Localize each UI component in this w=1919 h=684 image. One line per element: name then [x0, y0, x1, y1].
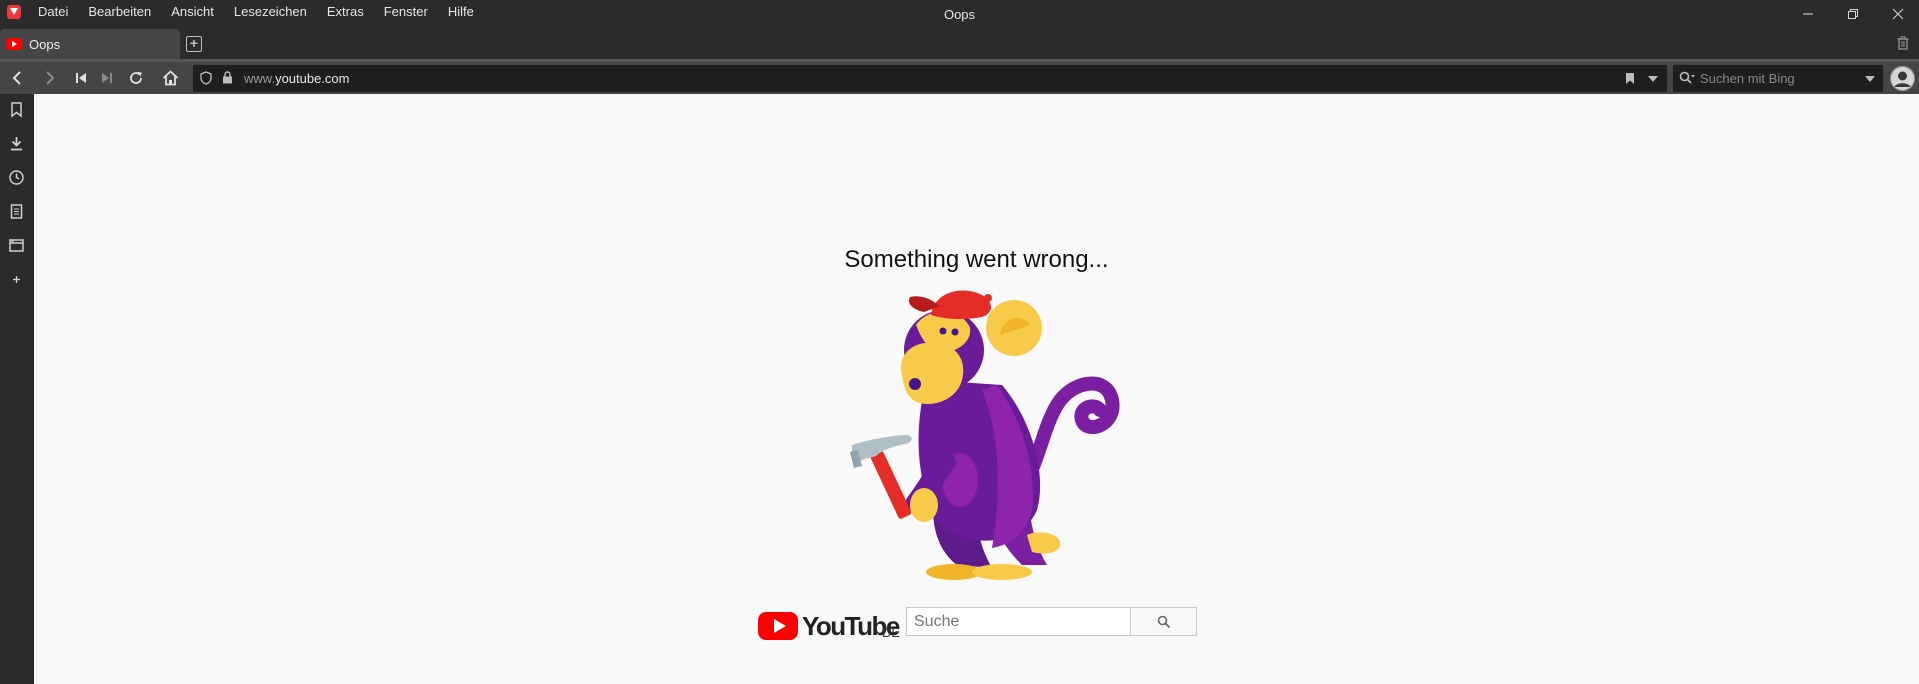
downloads-icon[interactable] [8, 135, 25, 152]
bookmarks-icon[interactable] [8, 101, 25, 118]
close-window-button[interactable] [1886, 4, 1910, 26]
url-text: www.youtube.com [244, 71, 350, 86]
home-button[interactable] [158, 66, 182, 90]
chevron-down-icon[interactable] [1865, 76, 1875, 82]
history-icon[interactable] [8, 169, 25, 186]
fast-forward-icon [102, 73, 112, 83]
chevron-down-icon[interactable] [1648, 76, 1658, 82]
rewind-icon [76, 73, 86, 83]
minimize-icon [1803, 13, 1813, 15]
bookmark-icon[interactable] [1625, 72, 1635, 85]
reload-button[interactable] [124, 66, 148, 90]
home-icon [162, 70, 178, 86]
web-page: Something went wrong... YouTube DE Suche [34, 94, 1919, 684]
trash-icon[interactable] [1897, 36, 1909, 50]
url-field[interactable]: www.youtube.com [193, 65, 1667, 92]
lock-icon[interactable] [222, 71, 233, 84]
monkey-mascot-illustration [850, 290, 1120, 580]
tab-bar: Oops + [0, 29, 1919, 59]
side-panel [0, 94, 34, 684]
search-icon[interactable] [1679, 71, 1696, 85]
forward-arrow-icon [46, 71, 55, 85]
window-title: Oops [943, 7, 976, 22]
tab-oops[interactable]: Oops [0, 29, 180, 59]
title-bar: Datei Bearbeiten Ansicht Lesezeichen Ext… [0, 0, 1919, 29]
user-icon [1890, 66, 1915, 91]
add-panel-icon[interactable] [8, 271, 25, 288]
youtube-search-button[interactable] [1130, 607, 1197, 636]
rewind-button[interactable] [69, 66, 93, 90]
profile-avatar[interactable] [1890, 66, 1915, 91]
shield-icon[interactable] [200, 71, 212, 85]
search-engine-placeholder: Suchen mit Bing [1700, 71, 1795, 86]
search-engine-field[interactable]: Suchen mit Bing [1673, 65, 1883, 92]
fast-forward-button[interactable] [95, 66, 119, 90]
tab-label: Oops [29, 37, 61, 52]
back-arrow-icon [12, 71, 21, 85]
window-panel-icon[interactable] [8, 237, 25, 254]
close-icon [1892, 8, 1904, 20]
youtube-favicon-icon [6, 38, 22, 50]
forward-button[interactable] [38, 66, 62, 90]
region-code: DE [882, 625, 901, 640]
youtube-logo[interactable]: YouTube [758, 607, 900, 643]
restore-button[interactable] [1841, 4, 1865, 26]
notes-icon[interactable] [8, 203, 25, 220]
reload-icon [130, 72, 142, 84]
restore-icon [1848, 9, 1858, 19]
minimize-button[interactable] [1796, 4, 1820, 26]
search-icon [1157, 615, 1170, 628]
new-tab-button[interactable]: + [186, 36, 202, 52]
youtube-search-input[interactable] [906, 607, 1131, 636]
address-toolbar: www.youtube.com Suchen mit Bing [0, 59, 1919, 94]
error-title: Something went wrong... [844, 246, 1109, 273]
back-button[interactable] [5, 66, 29, 90]
